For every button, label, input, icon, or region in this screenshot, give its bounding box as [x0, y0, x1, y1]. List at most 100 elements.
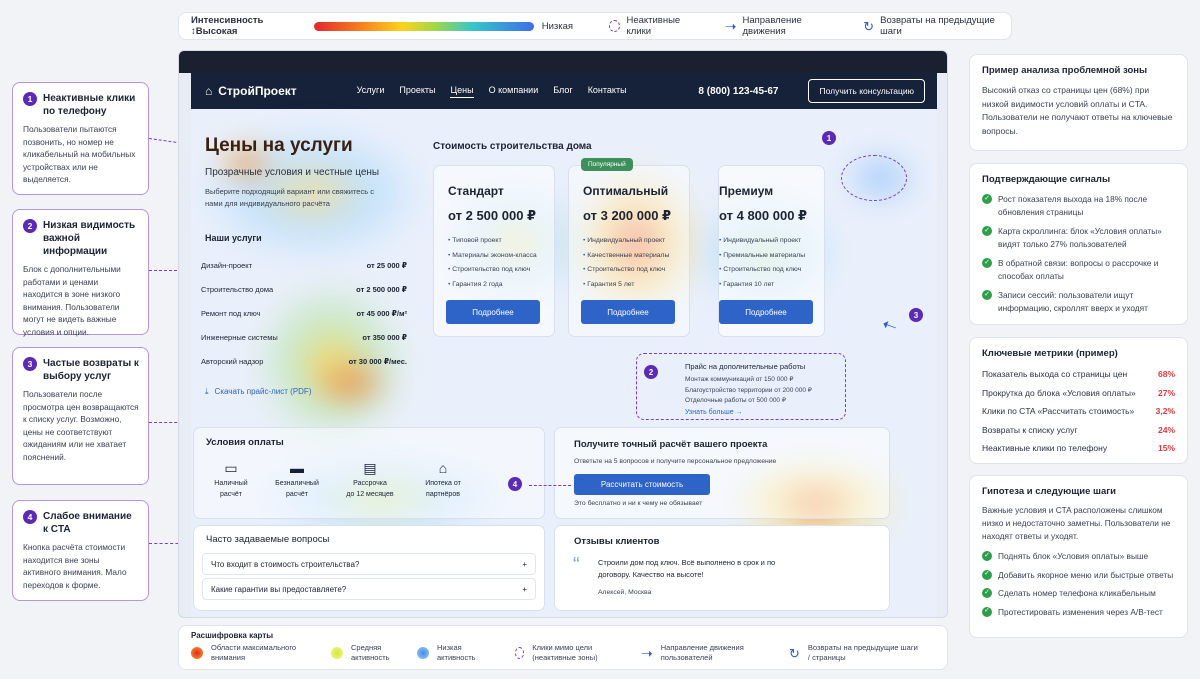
step-item: ✓ Протестировать изменения через A/B-тест	[982, 606, 1175, 619]
quote-icon: “	[573, 554, 580, 576]
bottom-legend: Расшифровка карты Области максимального …	[178, 625, 948, 670]
calc-button[interactable]: Рассчитать стоимость	[574, 474, 710, 495]
services-list: Дизайн-проект от 25 000 ₽ Строительство д…	[201, 253, 407, 373]
hero-subtitle: Прозрачные условия и честные цены	[205, 167, 380, 178]
note-title: Слабое внимание к CTA	[43, 511, 132, 535]
consultation-button[interactable]: Получить консультацию	[808, 79, 925, 103]
legend-mid: Средняя активность	[331, 643, 401, 663]
extra-works-box: Прайс на дополнительные работы Монтаж ко…	[636, 353, 846, 420]
return-icon: ↻	[863, 18, 875, 34]
bottom-legend-title: Расшифровка карты	[191, 631, 274, 640]
payment-title: Условия оплаты	[206, 437, 284, 448]
payment-card: ▬ Безналичный расчёт	[264, 458, 330, 500]
note-body: Пользователи после просмотра цен возвращ…	[23, 389, 139, 462]
arrow-right-icon: ➝	[724, 18, 737, 34]
faq-item[interactable]: Что входит в стоимость строительства? +	[202, 553, 536, 575]
return-icon: ↻	[789, 645, 800, 661]
metric-row: Неактивные клики по телефону 15%	[982, 443, 1175, 454]
learn-more-link[interactable]: Узнать больше →	[685, 407, 845, 419]
calc-foot: Это бесплатно и ни к чему не обязывает	[574, 500, 703, 507]
plan-details-button[interactable]: Подробнее	[719, 300, 813, 324]
legend-returns: ↻ Возвраты на предыдущие шаги	[863, 15, 995, 37]
hypothesis-card: Гипотеза и следующие шаги Важные условия…	[969, 475, 1188, 638]
note-4: 4 Слабое внимание к CTA Кнопка расчёта ст…	[12, 500, 149, 601]
plan-optimal: Популярный Оптимальный от 3 200 000 ₽ Ин…	[568, 158, 690, 337]
step-item: ✓ Поднять блок «Условия оплаты» выше	[982, 550, 1175, 563]
hypothesis-text: Важные условия и CTA расположены слишком…	[982, 505, 1171, 541]
service-row[interactable]: Строительство дома от 2 500 000 ₽	[201, 277, 407, 301]
note-body: Блок с дополнительными работами и ценами…	[23, 264, 121, 337]
house-icon: ⌂	[205, 84, 213, 98]
check-icon: ✓	[982, 290, 992, 300]
intensity-gradient	[314, 21, 534, 31]
note-title: Низкая видимость важной информации	[43, 220, 136, 257]
service-row[interactable]: Ремонт под ключ от 45 000 ₽/м²	[201, 301, 407, 325]
nav-item-services[interactable]: Услуги	[357, 85, 385, 98]
inactive-zone-phone	[841, 155, 907, 201]
payment-cash: ▭ Наличный расчёт	[198, 458, 264, 500]
service-row[interactable]: Дизайн-проект от 25 000 ₽	[201, 253, 407, 277]
plan-premium: Премиум от 4 800 000 ₽ Индивидуальный пр…	[718, 165, 825, 337]
plus-icon: +	[522, 559, 527, 569]
nav-menu: Услуги Проекты Цены О компании Блог Конт…	[357, 85, 627, 98]
metric-row: Прокрутка до блока «Условия оплаты» 27%	[982, 387, 1175, 398]
intensity-label: Интенсивность ↕Высокая	[191, 15, 264, 37]
payment-block: Условия оплаты ▭ Наличный расчёт ▬ Безналич…	[193, 427, 545, 519]
plan-details-button[interactable]: Подробнее	[446, 300, 540, 324]
note-2: 2 Низкая видимость важной информации Блок…	[12, 209, 149, 337]
payment-mortgage: ⌂ Ипотека от партнёров	[410, 458, 476, 500]
service-row[interactable]: Авторский надзор от 30 000 ₽/мес.	[201, 349, 407, 373]
browser-frame: ⌂ СтройПроект Услуги Проекты Цены О компа…	[178, 50, 948, 618]
check-icon: ✓	[982, 194, 992, 204]
wallet-icon: ▤	[363, 460, 377, 476]
red-dot-icon	[191, 647, 203, 659]
nav-item-contacts[interactable]: Контакты	[588, 85, 627, 98]
calc-title: Получите точный расчёт вашего проекта	[574, 439, 768, 450]
plus-icon: +	[522, 584, 527, 594]
plan-standard: Стандарт от 2 500 000 ₽ Типовой проектМа…	[433, 165, 555, 337]
step-item: ✓ Добавить якорное меню или быстрые ответ…	[982, 569, 1175, 582]
signal-item: ✓ Записи сессий: пользователи ищут информ…	[982, 289, 1175, 314]
note-title: Частые возвраты к выбору услуг	[43, 358, 139, 382]
pin-4: 4	[508, 477, 522, 491]
arrow-right-icon: ➝	[641, 645, 653, 661]
nav-item-about[interactable]: О компании	[489, 85, 539, 98]
yellow-dot-icon	[331, 647, 343, 659]
metric-row: Клики по CTA «Рассчитать стоимость» 3,2%	[982, 406, 1175, 417]
pin-3: 3	[909, 308, 923, 322]
nav-item-blog[interactable]: Блог	[553, 85, 572, 98]
service-row[interactable]: Инженерные системы от 350 000 ₽	[201, 325, 407, 349]
site-logo[interactable]: ⌂ СтройПроект	[205, 84, 297, 98]
example-text: Высокий отказ со страницы цен (68%) при …	[982, 85, 1173, 136]
faq-item[interactable]: Какие гарантии вы предоставляете? +	[202, 578, 536, 600]
connector-cta	[529, 485, 571, 486]
faq-block: Часто задаваемые вопросы Что входит в ст…	[193, 525, 545, 611]
calc-subtitle: Ответьте на 5 вопросов и получите персон…	[574, 458, 777, 465]
plan-details-button[interactable]: Подробнее	[581, 300, 675, 324]
nav-item-prices[interactable]: Цены	[450, 85, 474, 98]
note-3: 3 Частые возвраты к выбору услуг Пользова…	[12, 347, 149, 485]
legend-movement: ➝ Направление движения	[724, 15, 802, 37]
nav-item-projects[interactable]: Проекты	[399, 85, 435, 98]
dashed-circle-icon	[515, 647, 525, 659]
signals-title: Подтверждающие сигналы	[982, 174, 1111, 185]
calc-block: Получите точный расчёт вашего проекта От…	[554, 427, 890, 519]
check-icon: ✓	[982, 258, 992, 268]
signal-item: ✓ В обратной связи: вопросы о рассрочке и…	[982, 257, 1175, 282]
low-label: Низкая	[541, 20, 574, 32]
download-icon: ⤓	[205, 387, 209, 396]
phone-number[interactable]: 8 (800) 123-45-67	[698, 86, 778, 97]
blue-dot-icon	[417, 647, 429, 659]
review-text: Строили дом под ключ. Всё выполнено в ср…	[598, 558, 776, 579]
site-nav: ⌂ СтройПроект Услуги Проекты Цены О компа…	[191, 73, 937, 109]
popular-badge: Популярный	[581, 158, 633, 171]
check-icon: ✓	[982, 551, 992, 561]
metric-row: Показатель выхода со страницы цен 68%	[982, 369, 1175, 380]
example-card: Пример анализа проблемной зоны Высокий о…	[969, 54, 1188, 151]
download-price-link[interactable]: ⤓ Скачать прайс-лист (PDF)	[205, 387, 311, 397]
metric-row: Возвраты к списку услуг 24%	[982, 424, 1175, 435]
payment-installment: ▤ Рассрочка до 12 месяцев	[330, 458, 410, 500]
metrics-title: Ключевые метрики (пример)	[982, 348, 1118, 359]
website: ⌂ СтройПроект Услуги Проекты Цены О компа…	[191, 73, 937, 617]
browser-bar	[179, 51, 947, 73]
